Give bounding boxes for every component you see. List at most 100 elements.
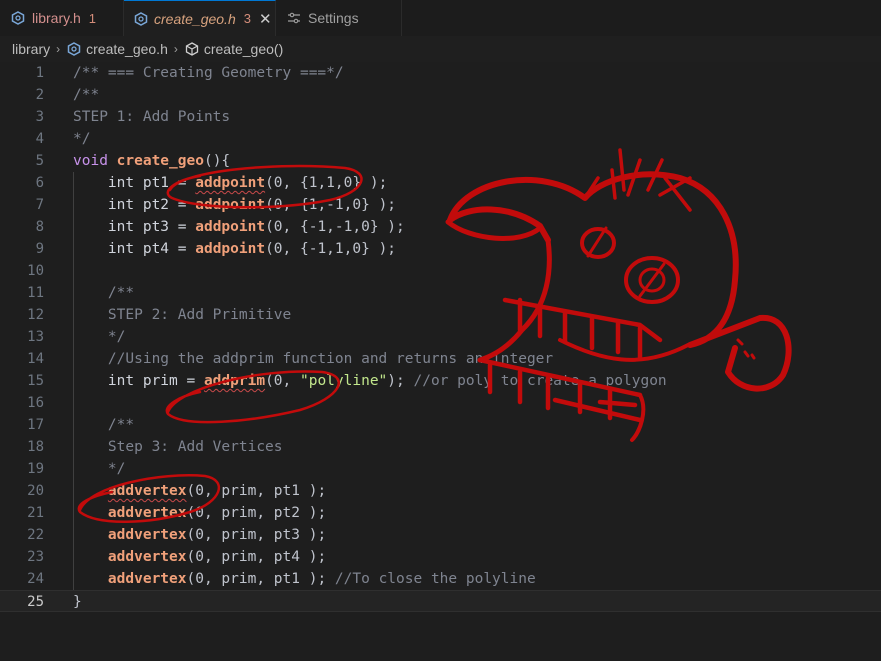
comment: */	[107, 329, 126, 345]
string-literal: "polyline"	[299, 373, 388, 389]
line-number: 20	[27, 483, 44, 499]
line-number: 3	[35, 109, 44, 125]
code-text: Step 3: Add Vertices	[73, 436, 283, 458]
code-text: addvertex(0, prim, pt2 );	[73, 502, 326, 524]
problem-count-badge: 3	[243, 11, 251, 26]
function-call: addvertex	[107, 549, 187, 565]
function-call: addprim	[203, 373, 266, 389]
gear-file-icon	[134, 11, 148, 27]
function-call: addvertex	[107, 527, 187, 543]
code-text: int pt1 = addpoint(0, {1,1,0} );	[73, 172, 387, 194]
line-number: 5	[35, 153, 44, 169]
line-number: 1	[35, 65, 44, 81]
code-line: 10	[0, 260, 881, 282]
code-line: 17 /**	[0, 414, 881, 436]
line-number: 14	[27, 351, 44, 367]
code-text: }	[73, 591, 82, 613]
chevron-right-icon: ›	[56, 42, 61, 56]
line-number: 17	[27, 417, 44, 433]
code-text: int pt4 = addpoint(0, {-1,1,0} );	[73, 238, 396, 260]
code-text: */	[73, 458, 125, 480]
code-line: 4 */	[0, 128, 881, 150]
code-line: 6 int pt1 = addpoint(0, {1,1,0} );	[0, 172, 881, 194]
arguments: (0, prim, pt1 );	[186, 483, 327, 499]
code-text: */	[73, 128, 90, 150]
function-call: addpoint	[195, 219, 266, 235]
function-name: create_geo	[116, 153, 204, 169]
arguments: (0, {-1,-1,0} );	[265, 219, 405, 235]
arguments: (0, prim, pt4 );	[186, 549, 327, 565]
comment: */	[107, 461, 126, 477]
code-line: 22 addvertex(0, prim, pt3 );	[0, 524, 881, 546]
code-line: 1 /** === Creating Geometry ===*/	[0, 62, 881, 84]
arguments: (0, {-1,1,0} );	[265, 241, 397, 257]
code-line: 11 /**	[0, 282, 881, 304]
code-text: /**	[73, 414, 134, 436]
comment: //To close the polyline	[334, 571, 536, 587]
code-line: 15 int prim = addprim(0, "polyline"); //…	[0, 370, 881, 392]
line-number: 25	[27, 594, 44, 610]
code-text: STEP 2: Add Primitive	[73, 304, 291, 326]
breadcrumb-item-function[interactable]: create_geo()	[204, 41, 283, 57]
cube-symbol-icon	[184, 41, 200, 57]
comment: /**	[107, 417, 135, 433]
arguments: (0, {1,-1,0} );	[265, 197, 397, 213]
line-number: 8	[35, 219, 44, 235]
declaration: int pt1 =	[107, 175, 196, 191]
line-number: 2	[35, 87, 44, 103]
code-line: 14 //Using the addprim function and retu…	[0, 348, 881, 370]
declaration: int prim =	[107, 373, 204, 389]
code-line: 12 STEP 2: Add Primitive	[0, 304, 881, 326]
line-number: 6	[35, 175, 44, 191]
punctuation: (){	[203, 153, 231, 169]
line-number: 13	[27, 329, 44, 345]
code-text: */	[73, 326, 125, 348]
close-icon[interactable]: ✕	[259, 10, 272, 28]
gear-file-icon	[10, 10, 26, 26]
comment: /**	[73, 87, 100, 103]
arguments: (0, prim, pt3 );	[186, 527, 327, 543]
breadcrumb: library › create_geo.h › create_geo()	[0, 36, 881, 62]
tab-library-h[interactable]: library.h 1	[0, 0, 124, 36]
code-line: 7 int pt2 = addpoint(0, {1,-1,0} );	[0, 194, 881, 216]
code-line: 13 */	[0, 326, 881, 348]
tab-settings[interactable]: Settings	[276, 0, 402, 36]
line-number: 9	[35, 241, 44, 257]
code-text: int prim = addprim(0, "polyline"); //or …	[73, 370, 667, 392]
arguments: (0,	[265, 373, 300, 389]
code-line: 8 int pt3 = addpoint(0, {-1,-1,0} );	[0, 216, 881, 238]
tab-create-geo-h[interactable]: create_geo.h 3 ✕	[124, 0, 276, 36]
declaration: int pt2 =	[107, 197, 196, 213]
code-line: 20 addvertex(0, prim, pt1 );	[0, 480, 881, 502]
tab-label: Settings	[308, 10, 359, 26]
code-text: /**	[73, 84, 99, 106]
line-number: 10	[27, 263, 44, 279]
problem-count-badge: 1	[88, 10, 96, 26]
tab-label: create_geo.h	[154, 10, 236, 27]
line-number: 12	[27, 307, 44, 323]
code-text: int pt2 = addpoint(0, {1,-1,0} );	[73, 194, 396, 216]
line-number: 11	[27, 285, 44, 301]
comment: */	[73, 131, 91, 147]
code-line: 18 Step 3: Add Vertices	[0, 436, 881, 458]
code-text: addvertex(0, prim, pt1 );	[73, 480, 326, 502]
code-text: STEP 1: Add Points	[73, 106, 230, 128]
breadcrumb-item-file[interactable]: create_geo.h	[86, 41, 168, 57]
code-line: 24 addvertex(0, prim, pt1 ); //To close …	[0, 568, 881, 590]
settings-sliders-icon	[286, 10, 302, 26]
punctuation: );	[387, 373, 405, 389]
code-text: int pt3 = addpoint(0, {-1,-1,0} );	[73, 216, 405, 238]
comment: STEP 2: Add Primitive	[107, 307, 292, 323]
line-number: 24	[27, 571, 44, 587]
breadcrumb-item-library[interactable]: library	[12, 41, 50, 57]
function-call: addvertex	[107, 505, 187, 521]
function-call: addpoint	[195, 197, 266, 213]
arguments: (0, prim, pt1 );	[186, 571, 327, 587]
punctuation: }	[73, 594, 82, 610]
comment: /** === Creating Geometry ===*/	[73, 65, 344, 81]
code-text: addvertex(0, prim, pt4 );	[73, 546, 326, 568]
code-line: 9 int pt4 = addpoint(0, {-1,1,0} );	[0, 238, 881, 260]
chevron-right-icon: ›	[173, 42, 178, 56]
code-editor[interactable]: 1 /** === Creating Geometry ===*/ 2 /** …	[0, 62, 881, 661]
code-text: addvertex(0, prim, pt1 ); //To close the…	[73, 568, 536, 590]
